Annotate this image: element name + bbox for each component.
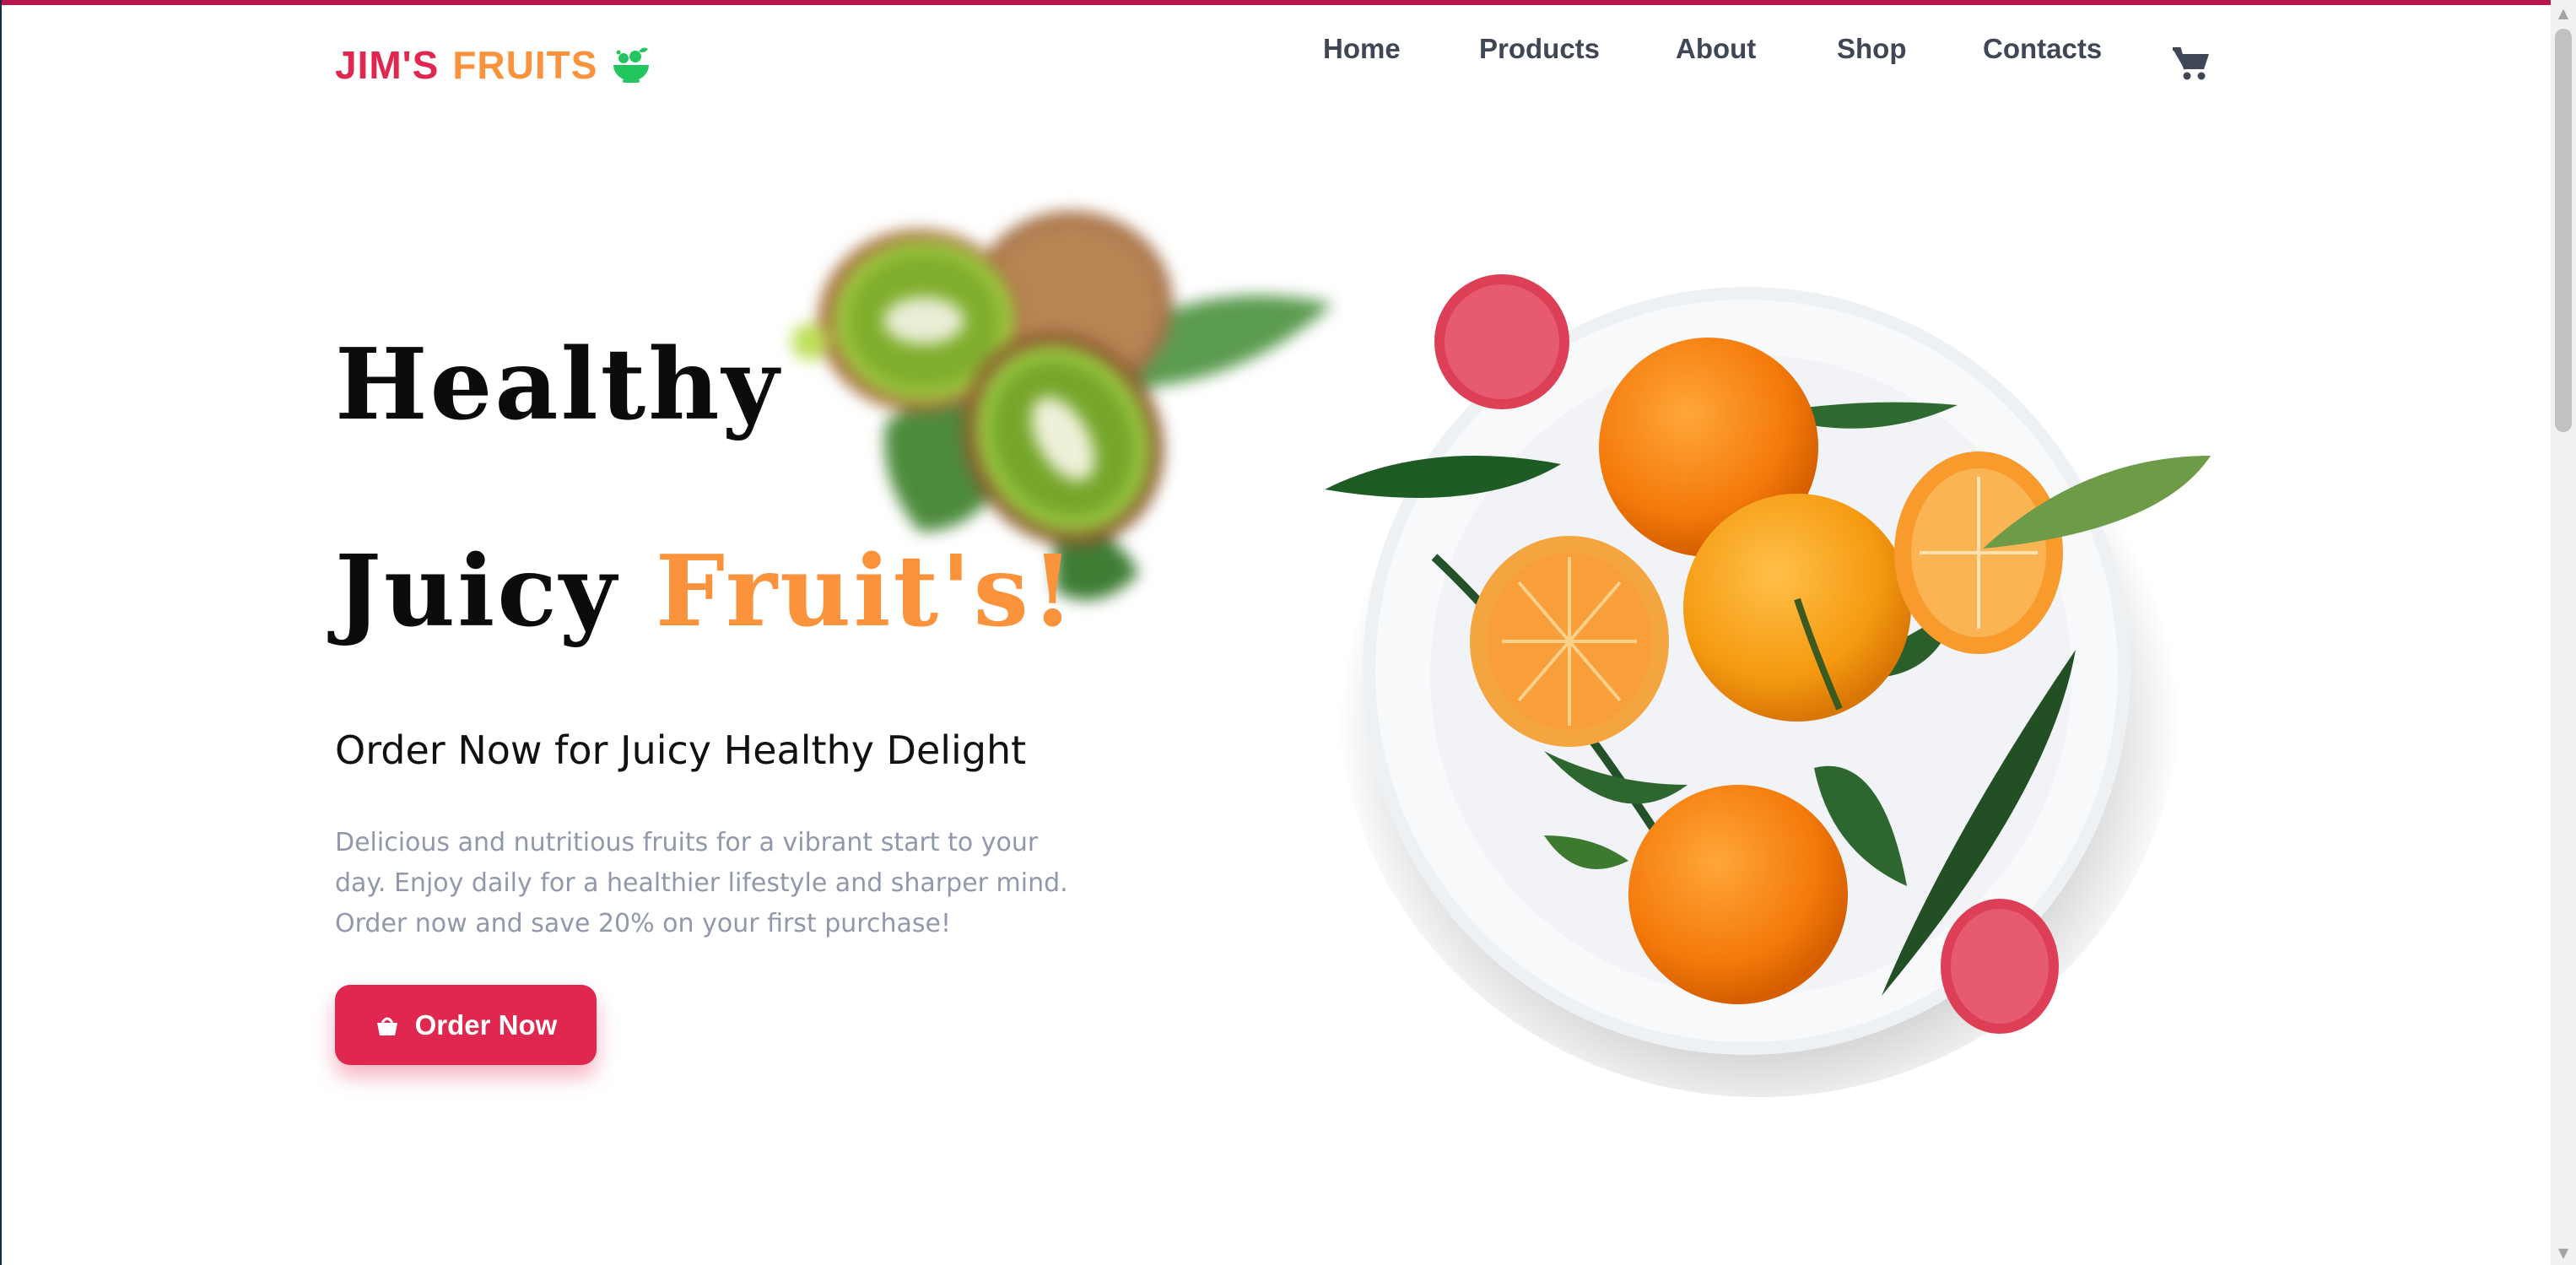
nav-contacts[interactable]: Contacts: [1983, 33, 2102, 65]
hero-heading-juicy: Juicy: [335, 534, 619, 649]
hero-heading-line2: Juicy Fruit's!: [335, 534, 1077, 649]
nav-shop[interactable]: Shop: [1837, 33, 1906, 65]
cart-icon[interactable]: [2172, 46, 2211, 81]
hero-subtitle: Order Now for Juicy Healthy Delight: [335, 727, 1027, 773]
nav-products[interactable]: Products: [1479, 33, 1600, 65]
left-window-edge: [0, 0, 2, 1265]
top-accent-bar: [0, 0, 2576, 5]
nav-about[interactable]: About: [1676, 33, 1756, 65]
order-now-button[interactable]: Order Now: [335, 985, 597, 1065]
page-scrollbar[interactable]: ▲ ▼: [2551, 0, 2576, 1265]
scroll-down-icon[interactable]: ▼: [2551, 1240, 2576, 1265]
hero-heading-accent: Fruit's!: [655, 534, 1077, 649]
brand-name-part1: JIM'S: [335, 43, 440, 87]
basket-icon: [376, 1017, 397, 1035]
scroll-thumb[interactable]: [2555, 29, 2572, 432]
hero-description: Delicious and nutritious fruits for a vi…: [335, 828, 1068, 938]
nav-home[interactable]: Home: [1323, 33, 1401, 65]
plate-of-tangerines-image: [1325, 274, 2211, 1097]
hero-heading-line1: Healthy: [335, 327, 781, 442]
brand-logo[interactable]: JIM'S FRUITS: [335, 42, 651, 88]
fruit-bowl-icon: [613, 47, 650, 83]
order-now-label: Order Now: [414, 1008, 558, 1041]
brand-name-part2: FRUITS: [452, 43, 598, 87]
scroll-up-icon[interactable]: ▲: [2551, 0, 2576, 25]
